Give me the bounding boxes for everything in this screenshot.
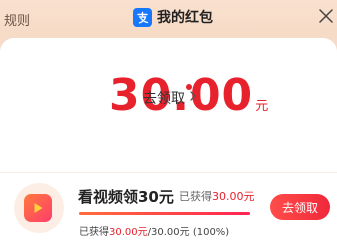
task-earned-prefix: 已获得 xyxy=(179,190,212,203)
claim-link-label: 去领取 xyxy=(143,91,185,107)
task-progress-fill xyxy=(79,212,250,215)
task-detail-total: /30.00元 (100%) xyxy=(147,227,230,238)
task-detail-value: 30.00元 xyxy=(109,227,148,238)
task-title: 看视频领30元 xyxy=(78,188,174,206)
chevron-right-icon xyxy=(189,90,197,106)
claim-link[interactable]: 去领取 xyxy=(143,88,197,108)
task-progress-bar xyxy=(79,212,250,215)
task-earned-value: 30.00元 xyxy=(212,190,255,203)
header-title-group: 我的红包 xyxy=(133,6,213,28)
claim-button[interactable]: 去领取 xyxy=(270,194,330,220)
video-play-icon xyxy=(24,194,52,222)
task-detail: 已获得30.00元/30.00元 (100%) xyxy=(79,223,229,238)
rules-link[interactable]: 规则 xyxy=(4,10,30,29)
close-icon[interactable] xyxy=(317,7,335,25)
alipay-icon xyxy=(133,7,152,27)
task-detail-prefix: 已获得 xyxy=(79,227,109,238)
page-title: 我的红包 xyxy=(157,10,213,26)
notification-dot xyxy=(186,84,192,90)
balance-unit: 元 xyxy=(255,99,269,114)
task-card: 看视频领30元 已获得30.00元 已获得30.00元/30.00元 (100%… xyxy=(0,172,337,246)
top-bar: 规则 我的红包 xyxy=(0,0,337,36)
task-earned: 已获得30.00元 xyxy=(179,188,255,204)
